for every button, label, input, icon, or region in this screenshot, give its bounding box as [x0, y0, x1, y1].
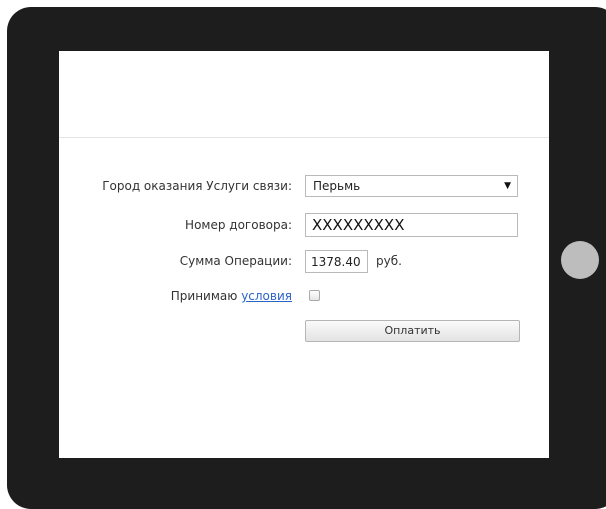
contract-label: Номер договора: — [185, 218, 292, 232]
amount-label: Сумма Операции: — [179, 254, 292, 268]
accept-prefix: Принимаю — [170, 289, 238, 303]
chevron-down-icon: ▼ — [504, 181, 511, 191]
city-select-value: Перьмь — [313, 179, 361, 193]
home-button[interactable] — [561, 241, 599, 279]
header-divider — [59, 137, 549, 138]
accept-terms-checkbox[interactable] — [309, 290, 320, 301]
contract-number-input[interactable] — [305, 213, 518, 237]
city-label: Город оказания Услуги связи: — [102, 179, 292, 193]
terms-link[interactable]: условия — [241, 289, 292, 303]
amount-input[interactable] — [305, 250, 368, 273]
accept-terms-label: Принимаю условия — [171, 289, 292, 303]
currency-label: руб. — [376, 254, 402, 268]
city-select[interactable]: Перьмь ▼ — [305, 175, 518, 197]
screen: Город оказания Услуги связи: Перьмь ▼ Но… — [59, 51, 549, 458]
pay-button[interactable]: Оплатить — [305, 320, 520, 342]
